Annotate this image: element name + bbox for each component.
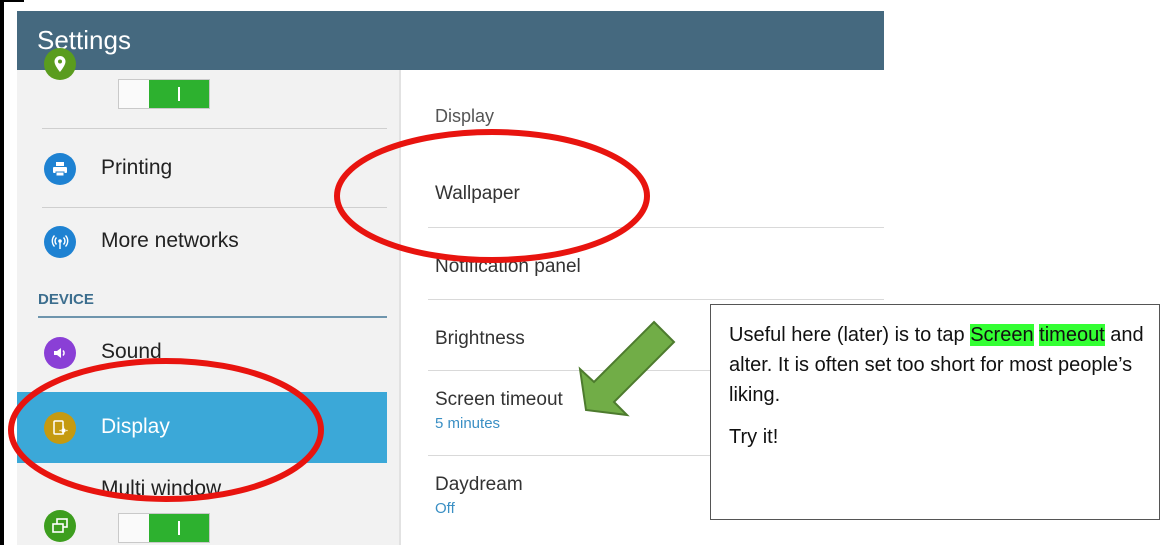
section-title: Display — [435, 106, 494, 127]
multi-window-icon — [44, 510, 76, 542]
sidebar-item-printing[interactable]: Printing — [17, 138, 387, 198]
section-header-underline — [38, 316, 387, 318]
callout-highlight: timeout — [1039, 324, 1105, 346]
setting-label: Screen timeout — [435, 389, 563, 410]
wireless-signal-icon — [44, 226, 76, 258]
settings-sidebar: Printing More networks DEVICE Sound Disp… — [17, 48, 401, 545]
sidebar-item-label: Display — [101, 415, 170, 438]
divider — [42, 128, 387, 129]
setting-label: Daydream — [435, 474, 523, 495]
setting-label: Notification panel — [435, 256, 581, 277]
setting-brightness[interactable]: Brightness — [435, 328, 525, 350]
sidebar-item-label: Printing — [101, 156, 173, 179]
section-header-device: DEVICE — [38, 291, 94, 308]
setting-value: 5 minutes — [435, 415, 501, 432]
setting-label: Wallpaper — [435, 183, 520, 204]
divider — [428, 227, 884, 228]
setting-wallpaper[interactable]: Wallpaper — [435, 183, 520, 205]
sidebar-item-display-content: Display — [17, 392, 387, 463]
document-left-border — [0, 0, 4, 545]
document-top-border — [0, 0, 24, 2]
callout-text-part: Useful here (later) is to tap — [729, 324, 971, 346]
printer-icon — [44, 153, 76, 185]
setting-daydream[interactable]: Daydream Off — [435, 474, 523, 517]
location-toggle[interactable] — [118, 79, 210, 109]
display-icon — [44, 412, 76, 444]
callout-try-it: Try it! — [729, 426, 779, 448]
setting-notification-panel[interactable]: Notification panel — [435, 256, 581, 278]
sidebar-item-label: Sound — [101, 340, 162, 363]
sidebar-item-label: More networks — [101, 229, 239, 252]
divider — [428, 299, 884, 300]
section-title-text: Display — [435, 106, 495, 126]
callout-highlight: Screen — [970, 324, 1034, 346]
sidebar-item-more-networks[interactable]: More networks — [17, 211, 387, 271]
speaker-icon — [44, 337, 76, 369]
sidebar-item-label: Multi window — [101, 477, 222, 500]
sidebar-item-sound[interactable]: Sound — [17, 322, 387, 382]
multi-window-toggle[interactable] — [118, 513, 210, 543]
divider — [42, 207, 387, 208]
setting-screen-timeout[interactable]: Screen timeout 5 minutes — [435, 389, 563, 432]
setting-value: Off — [435, 500, 455, 517]
location-pin-icon — [44, 48, 76, 80]
callout-text: Useful here (later) is to tap Screen tim… — [729, 320, 1145, 410]
sidebar-item-display[interactable]: Display — [17, 392, 387, 463]
annotation-callout: Useful here (later) is to tap Screen tim… — [710, 304, 1160, 520]
setting-label: Brightness — [435, 328, 525, 349]
